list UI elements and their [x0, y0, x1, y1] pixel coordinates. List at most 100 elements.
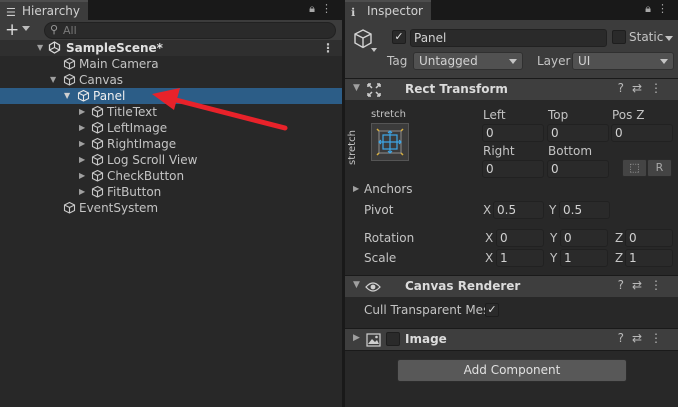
kebab-menu-icon[interactable]: ⋮: [650, 278, 670, 292]
fold-arrow-icon[interactable]: ▶: [79, 168, 89, 184]
hierarchy-item[interactable]: Main Camera: [0, 56, 342, 72]
pivot-label: Pivot: [364, 203, 394, 217]
scale-z-field[interactable]: 1: [625, 249, 673, 267]
inspector-panel: ℹ Inspector 🔒︎⋮ ✓ Panel Static Tag Untag…: [345, 0, 678, 407]
blueprint-mode-button[interactable]: ⬚: [622, 159, 647, 177]
hierarchy-item[interactable]: EventSystem: [0, 200, 342, 216]
left-field[interactable]: 0: [482, 124, 544, 142]
object-header: ✓ Panel Static Tag Untagged Layer UI: [345, 20, 678, 80]
tab-hierarchy[interactable]: ☰ Hierarchy: [0, 0, 89, 20]
rotation-z-field[interactable]: 0: [625, 229, 673, 247]
posz-field[interactable]: 0: [611, 124, 673, 142]
rotation-x-field[interactable]: 0: [496, 229, 544, 247]
image-title: Image: [405, 332, 447, 346]
kebab-menu-icon[interactable]: ⋮: [657, 2, 674, 15]
bottom-label: Bottom: [548, 144, 593, 158]
rect-transform-icon: [367, 83, 381, 97]
rot-x-label: X: [485, 231, 494, 245]
hierarchy-item-label: CheckButton: [107, 169, 185, 183]
fold-arrow-icon[interactable]: ▶: [79, 104, 89, 120]
gameobject-cube-icon: [77, 89, 90, 102]
chevron-down-icon[interactable]: [22, 26, 30, 31]
pivot-x-label: X: [483, 203, 492, 217]
component-header-buttons: ?⇄⋮: [618, 81, 670, 95]
hierarchy-tabstrip: ☰ Hierarchy 🔒︎⋮: [0, 0, 342, 20]
right-field[interactable]: 0: [482, 160, 544, 178]
scene-name: SampleScene*: [66, 41, 163, 55]
active-checkbox[interactable]: ✓: [392, 30, 406, 44]
component-header-buttons: ?⇄⋮: [618, 331, 670, 345]
fold-arrow-icon[interactable]: ▼: [37, 40, 47, 56]
hierarchy-item[interactable]: ▶ Log Scroll View: [0, 152, 342, 168]
lock-icon[interactable]: 🔒︎: [645, 2, 657, 15]
cull-transparent-checkbox[interactable]: ✓: [485, 303, 499, 317]
static-label[interactable]: Static: [629, 30, 663, 44]
add-component-button[interactable]: Add Component: [397, 359, 627, 382]
cull-transparent-label: Cull Transparent Mes: [364, 303, 490, 317]
kebab-menu-icon[interactable]: ⋮: [650, 331, 670, 345]
help-icon[interactable]: ?: [618, 278, 632, 292]
hierarchy-item[interactable]: ▼ Canvas: [0, 72, 342, 88]
kebab-menu-icon[interactable]: ⋮: [322, 40, 334, 56]
chevron-down-icon[interactable]: [371, 48, 377, 52]
blueprint-icon: ⬚: [629, 161, 640, 174]
kebab-menu-icon[interactable]: ⋮: [650, 81, 670, 95]
pivot-x-field[interactable]: 0.5: [493, 201, 544, 219]
anchor-presets-button[interactable]: [371, 123, 409, 161]
lock-icon[interactable]: 🔒︎: [309, 2, 321, 15]
kebab-menu-icon[interactable]: ⋮: [321, 2, 338, 15]
fold-arrow-icon[interactable]: ▼: [353, 280, 360, 290]
scene-row[interactable]: ▼ SampleScene* ⋮: [0, 40, 342, 56]
object-name-field[interactable]: Panel: [410, 29, 607, 47]
inspector-tab-buttons: 🔒︎⋮: [645, 2, 674, 16]
rect-transform-header[interactable]: ▼ Rect Transform ?⇄⋮: [345, 78, 678, 100]
help-icon[interactable]: ?: [618, 331, 632, 345]
image-header[interactable]: ▶ Image ?⇄⋮: [345, 328, 678, 350]
gameobject-cube-icon: [91, 169, 104, 182]
tab-inspector[interactable]: ℹ Inspector: [345, 0, 431, 20]
rotation-y-field[interactable]: 0: [560, 229, 608, 247]
rot-z-label: Z: [615, 231, 624, 245]
anchor-stretch-icon: [376, 128, 404, 156]
fold-arrow-icon[interactable]: ▶: [79, 120, 89, 136]
raw-edit-button[interactable]: R: [647, 159, 672, 177]
static-checkbox[interactable]: [612, 30, 626, 44]
fold-arrow-icon[interactable]: ▼: [64, 88, 74, 104]
create-add-button[interactable]: +: [5, 21, 19, 39]
hierarchy-item-label: EventSystem: [79, 201, 159, 215]
image-enabled-checkbox[interactable]: [386, 332, 400, 346]
tag-dropdown[interactable]: Untagged: [413, 52, 523, 70]
layer-value: UI: [578, 54, 591, 68]
preset-icon[interactable]: ⇄: [632, 278, 650, 292]
layer-dropdown[interactable]: UI: [572, 52, 674, 70]
bottom-field[interactable]: 0: [547, 160, 609, 178]
top-field[interactable]: 0: [547, 124, 609, 142]
fold-arrow-icon[interactable]: ▶: [353, 184, 359, 193]
preset-icon[interactable]: ⇄: [632, 331, 650, 345]
canvas-renderer-header[interactable]: ▼ Canvas Renderer ?⇄⋮: [345, 275, 678, 297]
pivot-y-field[interactable]: 0.5: [559, 201, 610, 219]
hierarchy-search[interactable]: ⚲: [44, 22, 336, 39]
fold-arrow-icon[interactable]: ▼: [50, 72, 60, 88]
scale-x-label: X: [485, 251, 494, 265]
fold-arrow-icon[interactable]: ▶: [353, 333, 360, 343]
fold-arrow-icon[interactable]: ▶: [79, 136, 89, 152]
fold-arrow-icon[interactable]: ▼: [353, 83, 360, 93]
scale-x-field[interactable]: 1: [496, 249, 544, 267]
preset-icon[interactable]: ⇄: [632, 81, 650, 95]
canvas-renderer-title: Canvas Renderer: [405, 279, 521, 293]
hierarchy-item[interactable]: ▶ FitButton: [0, 184, 342, 200]
hierarchy-item[interactable]: ▶ CheckButton: [0, 168, 342, 184]
help-icon[interactable]: ?: [618, 81, 632, 95]
search-input[interactable]: [63, 24, 331, 37]
gameobject-cube-icon: [91, 185, 104, 198]
hierarchy-item[interactable]: ▶ RightImage: [0, 136, 342, 152]
chevron-down-icon[interactable]: [665, 36, 673, 41]
gameobject-cube-icon: [354, 29, 372, 49]
image-icon: [366, 333, 381, 347]
fold-arrow-icon[interactable]: ▶: [79, 152, 89, 168]
scale-label: Scale: [364, 251, 397, 265]
scale-y-field[interactable]: 1: [560, 249, 608, 267]
anchors-label[interactable]: Anchors: [364, 182, 413, 196]
fold-arrow-icon[interactable]: ▶: [79, 184, 89, 200]
